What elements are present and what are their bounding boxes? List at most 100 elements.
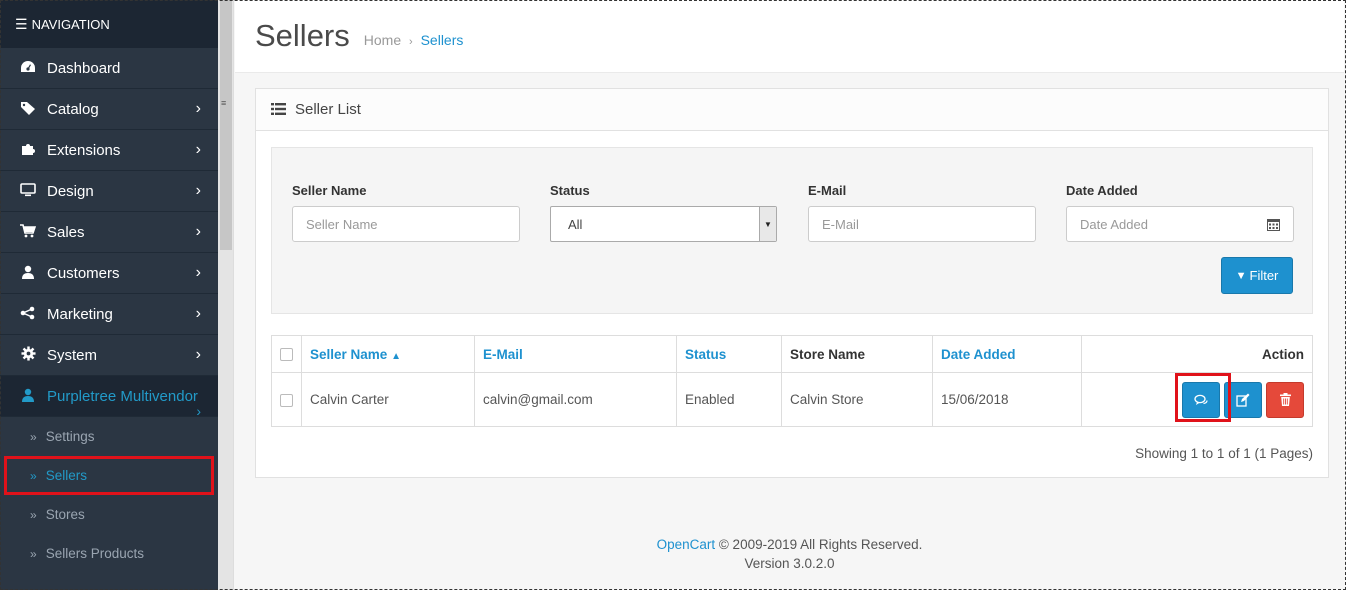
collapse-grip-icon[interactable]: ≡	[221, 98, 226, 108]
cell-store-name: Calvin Store	[781, 372, 933, 427]
date-added-input[interactable]: Date Added	[1066, 206, 1255, 242]
cart-icon	[19, 223, 37, 241]
dropdown-arrow-icon[interactable]: ▼	[759, 207, 776, 241]
sidebar-subitem-sellers[interactable]: » Sellers	[4, 456, 214, 495]
chevron-right-icon: ›	[195, 100, 201, 117]
list-icon	[271, 102, 286, 118]
cell-email: calvin@gmail.com	[474, 372, 677, 427]
nav-header[interactable]: ☰ NAVIGATION	[0, 0, 218, 48]
seller-name-label: Seller Name	[292, 183, 367, 198]
col-store-name: Store Name	[781, 335, 933, 373]
user-icon	[19, 265, 37, 282]
breadcrumb: Home › Sellers	[364, 32, 464, 48]
col-date-added[interactable]: Date Added	[932, 335, 1082, 373]
main-content: Sellers Home › Sellers Seller List Selle…	[235, 0, 1344, 590]
sidebar-item-label: Extensions	[47, 141, 121, 159]
share-icon	[19, 306, 37, 323]
edit-button[interactable]	[1224, 381, 1262, 418]
chat-button[interactable]	[1182, 381, 1220, 418]
sidebar-subitem-label: Sellers Products	[45, 546, 144, 561]
col-email[interactable]: E-Mail	[474, 335, 677, 373]
date-added-label: Date Added	[1066, 183, 1138, 198]
double-chevron-icon: »	[30, 546, 37, 561]
sidebar-item-sales[interactable]: Sales ›	[0, 212, 218, 253]
monitor-icon	[19, 182, 37, 200]
col-seller-name[interactable]: Seller Name ▲	[301, 335, 475, 373]
breadcrumb-separator-icon: ›	[409, 36, 413, 48]
sidebar-subitem-sellers-products[interactable]: » Sellers Products	[0, 534, 218, 573]
sidebar-item-label: Sales	[47, 223, 85, 241]
cell-seller-name: Calvin Carter	[301, 372, 475, 427]
sidebar-item-purpletree-multivendor[interactable]: Purpletree Multivendor ›	[0, 376, 218, 419]
tag-icon	[19, 101, 37, 118]
breadcrumb-home[interactable]: Home	[364, 32, 401, 48]
panel-title: Seller List	[295, 101, 361, 118]
filter-button[interactable]: ▼ Filter	[1221, 257, 1293, 294]
sidebar-item-label: Catalog	[47, 100, 99, 118]
select-all-checkbox[interactable]	[280, 348, 293, 362]
sidebar-item-label: Design	[47, 182, 94, 200]
cell-status: Enabled	[676, 372, 782, 427]
double-chevron-icon: »	[30, 507, 37, 522]
sort-asc-icon: ▲	[391, 350, 401, 362]
chevron-right-icon: ›	[195, 264, 201, 281]
cell-date-added: 15/06/2018	[932, 372, 1082, 427]
table-header-row: Seller Name ▲ E-Mail Status Store Name D…	[271, 335, 1313, 373]
sidebar-item-marketing[interactable]: Marketing ›	[0, 294, 218, 335]
scrollbar-thumb[interactable]	[220, 0, 232, 250]
edit-icon	[1236, 393, 1250, 407]
sidebar-item-design[interactable]: Design ›	[0, 171, 218, 212]
chevron-right-icon: ›	[195, 305, 201, 322]
double-chevron-icon: »	[30, 429, 37, 444]
col-action: Action	[1081, 335, 1313, 373]
select-all-cell	[271, 335, 302, 373]
status-label: Status	[550, 183, 590, 198]
nav-header-label: NAVIGATION	[31, 16, 110, 32]
sidebar-item-dashboard[interactable]: Dashboard	[0, 48, 218, 89]
footer-version: Version 3.0.2.0	[744, 556, 835, 571]
copyright-text: © 2009-2019 All Rights Reserved.	[715, 537, 923, 552]
chevron-right-icon: ›	[195, 223, 201, 240]
sidebar-item-label: Marketing	[47, 305, 113, 323]
seller-name-input[interactable]: Seller Name	[292, 206, 520, 242]
sidebar-subitem-settings[interactable]: » Settings	[0, 417, 218, 456]
menu-bars-icon: ☰	[15, 15, 28, 32]
email-label: E-Mail	[808, 183, 847, 198]
trash-icon	[1279, 393, 1291, 406]
calendar-button[interactable]	[1254, 206, 1294, 242]
sidebar-subitem-stores[interactable]: » Stores	[0, 495, 218, 534]
chevron-right-icon: ›	[195, 182, 201, 199]
filter-button-label: Filter	[1249, 268, 1279, 283]
row-checkbox[interactable]	[280, 393, 293, 407]
sidebar-scrollbar[interactable]: ≡	[218, 0, 234, 590]
chevron-right-icon: ›	[195, 141, 201, 158]
cell-actions	[1081, 372, 1313, 427]
gear-icon	[19, 346, 37, 364]
email-input[interactable]: E-Mail	[808, 206, 1036, 242]
sidebar-item-customers[interactable]: Customers ›	[0, 253, 218, 294]
calendar-icon	[1267, 218, 1280, 231]
sidebar-item-extensions[interactable]: Extensions ›	[0, 130, 218, 171]
sidebar-subitem-label: Settings	[45, 429, 95, 444]
user-icon	[19, 388, 37, 405]
breadcrumb-sellers[interactable]: Sellers	[421, 32, 464, 48]
action-buttons	[1175, 372, 1304, 422]
sidebar: ☰ NAVIGATION Dashboard Catalog › Extensi…	[0, 0, 218, 590]
sidebar-item-label: Purpletree Multivendor	[47, 387, 198, 405]
seller-list-panel: Seller List Seller Name Seller Name Stat…	[255, 88, 1329, 478]
delete-button[interactable]	[1266, 381, 1304, 418]
row-select-cell	[271, 372, 302, 427]
comments-icon	[1194, 394, 1208, 405]
col-status[interactable]: Status	[676, 335, 782, 373]
sidebar-item-system[interactable]: System ›	[0, 335, 218, 376]
sidebar-item-catalog[interactable]: Catalog ›	[0, 89, 218, 130]
funnel-icon: ▼	[1235, 269, 1247, 282]
sellers-table: Seller Name ▲ E-Mail Status Store Name D…	[271, 335, 1313, 427]
page-title: Sellers	[255, 18, 350, 53]
chevron-right-icon: ›	[195, 346, 201, 363]
opencart-link[interactable]: OpenCart	[657, 537, 716, 552]
sidebar-item-label: Customers	[47, 264, 120, 282]
status-select[interactable]: All ▼	[550, 206, 777, 242]
double-chevron-icon: »	[30, 468, 37, 483]
dashboard-icon	[19, 60, 37, 77]
